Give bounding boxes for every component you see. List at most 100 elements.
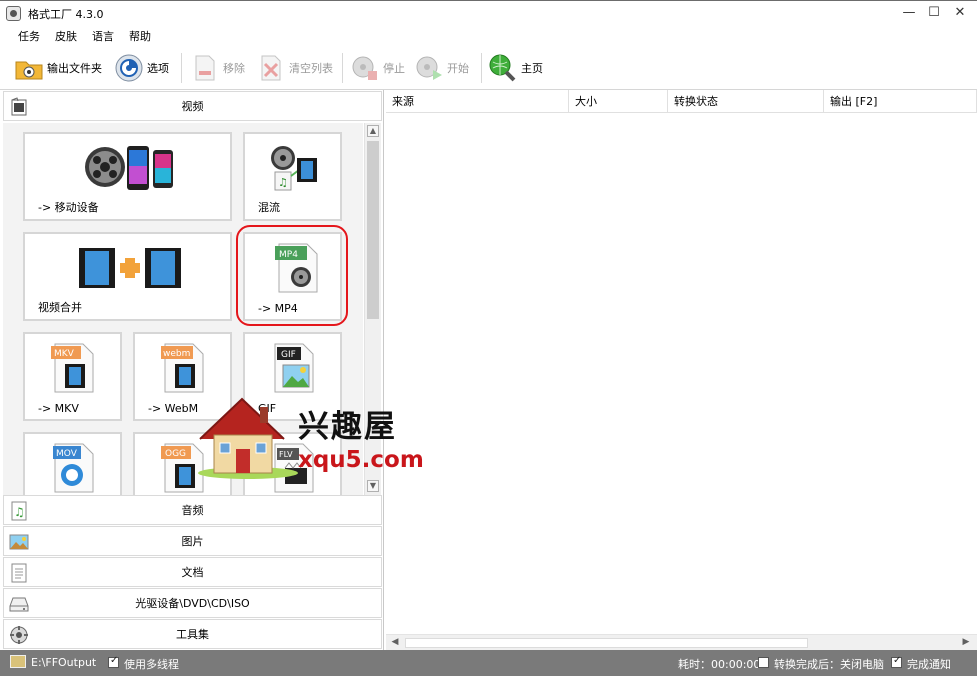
column-output[interactable]: 输出 [F2] (824, 90, 977, 113)
video-category-icon (9, 97, 29, 117)
maximize-button[interactable]: ☐ (920, 3, 948, 23)
category-panel: 视频 -> 移动设备 ♫ 混流 视频合并 MP4 -> MP4 MKV -> M… (0, 90, 384, 650)
tile-mkv-label: -> MKV (38, 402, 79, 415)
remove-icon (190, 53, 220, 83)
menu-help[interactable]: 帮助 (129, 28, 151, 44)
toolbar-separator (481, 53, 482, 83)
tiles-scroll-thumb[interactable] (367, 141, 379, 319)
svg-text:♫: ♫ (278, 176, 288, 189)
category-audio-label: 音频 (181, 504, 204, 517)
app-icon (6, 6, 21, 21)
mkv-file-icon: MKV (51, 343, 94, 393)
home-label: 主页 (521, 62, 543, 75)
column-source[interactable]: 来源 (386, 90, 569, 113)
start-label: 开始 (447, 62, 469, 75)
status-bar: E:\FFOutput 使用多线程 耗时：00:00:00 转换完成后：关闭电脑… (0, 650, 977, 676)
scroll-right-arrow-icon[interactable]: ▶ (960, 637, 972, 649)
menu-skin[interactable]: 皮肤 (55, 28, 77, 44)
category-tools[interactable]: 工具集 (3, 619, 382, 649)
watermark-url: xqu5.com (298, 447, 424, 473)
video-join-icon (79, 248, 181, 288)
after-done-checkbox[interactable] (758, 657, 769, 668)
options-icon (114, 53, 144, 83)
elapsed-time: 耗时：00:00:00 (678, 658, 761, 671)
task-list-hscroll-thumb[interactable] (405, 638, 808, 648)
toolbar-separator (342, 53, 343, 83)
mov-file-icon: MOV (53, 443, 94, 493)
category-video-label: 视频 (181, 100, 204, 113)
tile-mobile-device-label: -> 移动设备 (38, 201, 99, 214)
multithread-checkbox[interactable] (108, 655, 119, 668)
watermark: 兴趣屋 xqu5.com (196, 393, 426, 483)
multithread-label: 使用多线程 (124, 658, 179, 671)
task-list-hscrollbar[interactable]: ◀ ▶ (386, 634, 977, 650)
house-logo-icon (198, 397, 298, 479)
after-done-label: 转换完成后：关闭电脑 (774, 658, 884, 671)
output-folder-label: 输出文件夹 (47, 62, 102, 75)
output-folder-status-icon[interactable] (10, 655, 26, 668)
tile-mux-label: 混流 (258, 201, 280, 214)
webm-badge: webm (163, 349, 190, 359)
category-audio[interactable]: ♫ 音频 (3, 495, 382, 525)
home-button[interactable]: 主页 (488, 51, 543, 85)
remove-button[interactable]: 移除 (190, 51, 245, 85)
category-tools-label: 工具集 (176, 628, 209, 641)
mux-icon: ♫ (271, 146, 317, 191)
menu-bar: 任务 皮肤 语言 帮助 (0, 25, 977, 47)
mobile-device-icon (85, 146, 173, 190)
stop-label: 停止 (383, 62, 405, 75)
home-globe-icon (488, 53, 518, 83)
tile-mov[interactable]: MOV (23, 432, 122, 495)
tile-mux[interactable]: ♫ 混流 (243, 132, 342, 221)
output-path[interactable]: E:\FFOutput (31, 656, 96, 669)
clear-list-label: 清空列表 (289, 62, 333, 75)
tile-mkv[interactable]: MKV -> MKV (23, 332, 122, 421)
toolbar: 输出文件夹 选项 移除 清空列表 停止 开始 主页 (0, 47, 977, 90)
scroll-left-arrow-icon[interactable]: ◀ (389, 637, 401, 649)
mov-badge: MOV (56, 449, 78, 459)
tools-category-icon (9, 625, 29, 645)
tile-webm-label: -> WebM (148, 402, 199, 415)
minimize-button[interactable]: — (895, 3, 923, 23)
stop-button[interactable]: 停止 (350, 51, 405, 85)
menu-task[interactable]: 任务 (18, 28, 40, 44)
folder-icon (14, 53, 44, 83)
output-folder-button[interactable]: 输出文件夹 (14, 51, 102, 85)
toolbar-separator (181, 53, 182, 83)
category-optical-drive-label: 光驱设备\DVD\CD\ISO (135, 597, 250, 610)
start-button[interactable]: 开始 (414, 51, 469, 85)
title-bar: 格式工厂 4.3.0 — ☐ ✕ (0, 0, 977, 25)
category-document[interactable]: 文档 (3, 557, 382, 587)
category-image-label: 图片 (181, 535, 204, 548)
stop-icon (350, 53, 380, 83)
notify-label: 完成通知 (907, 658, 951, 671)
tile-mobile-device[interactable]: -> 移动设备 (23, 132, 232, 221)
options-label: 选项 (147, 62, 169, 75)
category-optical-drive[interactable]: 光驱设备\DVD\CD\ISO (3, 588, 382, 618)
gif-file-icon: GIF (274, 343, 314, 393)
column-status[interactable]: 转换状态 (668, 90, 824, 113)
optical-drive-icon (9, 594, 29, 614)
start-icon (414, 53, 444, 83)
category-image[interactable]: 图片 (3, 526, 382, 556)
ogg-badge: OGG (165, 449, 186, 459)
tile-video-join[interactable]: 视频合并 (23, 232, 232, 321)
clear-list-button[interactable]: 清空列表 (256, 51, 333, 85)
mkv-badge: MKV (54, 349, 75, 359)
notify-checkbox[interactable] (891, 655, 902, 668)
menu-language[interactable]: 语言 (92, 28, 114, 44)
options-button[interactable]: 选项 (114, 51, 169, 85)
clear-list-icon (256, 53, 286, 83)
document-category-icon (9, 563, 29, 583)
close-button[interactable]: ✕ (946, 3, 974, 23)
window-title: 格式工厂 4.3.0 (28, 8, 104, 21)
tile-video-join-label: 视频合并 (38, 301, 82, 314)
category-document-label: 文档 (181, 566, 204, 579)
task-list: 来源 大小 转换状态 输出 [F2] ◀ ▶ (386, 90, 977, 650)
mp4-highlight-circle (236, 225, 348, 326)
audio-category-icon: ♫ (9, 501, 29, 521)
column-size[interactable]: 大小 (569, 90, 668, 113)
category-video[interactable]: 视频 (3, 91, 382, 121)
webm-file-icon: webm (161, 343, 204, 393)
scroll-up-arrow-icon[interactable]: ▲ (367, 125, 379, 137)
